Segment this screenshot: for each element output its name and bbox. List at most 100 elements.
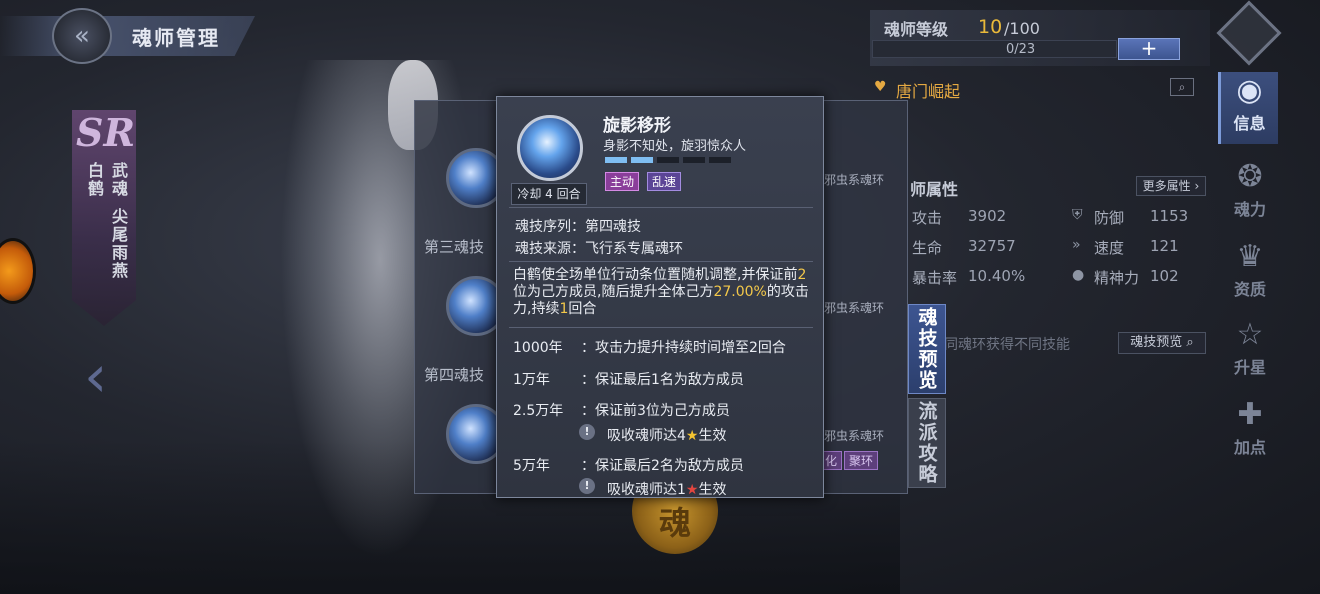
martial-soul-name: 尖尾雨燕	[109, 208, 128, 280]
speed-icon: »	[1072, 237, 1081, 253]
rank-current: 10	[978, 16, 1003, 38]
character-name: 白鹤	[85, 162, 104, 198]
add-point-icon: ✚	[1237, 397, 1263, 432]
divider	[509, 207, 813, 208]
preview-hint: 同魂环获得不同技能	[944, 337, 1070, 353]
attr-label-defense: 防御	[1094, 209, 1125, 227]
back-arrow-icon: «	[74, 21, 90, 51]
exp-text: 0/23	[1006, 42, 1036, 57]
skill-tooltip: 冷却 4 回合 旋影移形 身影不知处，旋羽惊众人 主动 乱速 魂技序列：第四魂技…	[496, 96, 824, 498]
more-attributes-label: 更多属性	[1142, 179, 1191, 193]
upgrade-year: 2.5万年	[513, 403, 564, 419]
attr-value-attack: 3902	[968, 207, 1007, 225]
info-icon: ◉	[1236, 73, 1263, 108]
search-icon[interactable]: ⌕	[1170, 78, 1194, 96]
sect-name: 唐门崛起	[896, 82, 961, 101]
condition-text: 生效	[698, 428, 727, 444]
desc-number: 2	[797, 267, 807, 283]
nav-soul-power-label: 魂力	[1233, 200, 1266, 219]
upgrade-effect: ：保证前3位为己方成员	[581, 403, 730, 419]
attr-label-crit: 暴击率	[912, 269, 958, 287]
menu-diamond-icon[interactable]	[1216, 0, 1282, 66]
skill-description: 白鹤使全场单位行动条位置随机调整,并保证前2 位为己方成员,随后提升全体己方27.…	[513, 267, 809, 318]
skill-sequence: 魂技序列：第四魂技	[515, 219, 641, 235]
skill-name: 旋影移形	[603, 116, 671, 136]
desc-part: 白鹤使全场单位行动条位置随机调整,并保证前	[513, 267, 798, 283]
condition-text: 生效	[698, 482, 727, 498]
nav-aptitude[interactable]: ♛ 资质	[1220, 238, 1280, 310]
skill-name-4: 第四魂技	[424, 366, 485, 384]
level-segment	[709, 157, 731, 163]
soul-power-icon: ❂	[1237, 159, 1263, 194]
level-segment	[631, 157, 653, 163]
upgrade-effect: ：保证最后1名为敌方成员	[581, 372, 744, 388]
nav-star-up[interactable]: ☆ 升星	[1220, 316, 1280, 388]
prev-character-arrow[interactable]: ‹	[84, 342, 107, 410]
tab-strategy[interactable]: 流派攻略	[908, 398, 946, 488]
upgrade-effect: ：保证最后2名为敌方成员	[581, 458, 744, 474]
tag-chaos-speed: 乱速	[647, 172, 682, 191]
level-up-button[interactable]: +	[1118, 38, 1180, 60]
star-up-icon: ☆	[1236, 317, 1264, 352]
nav-add-point[interactable]: ✚ 加点	[1220, 396, 1280, 468]
level-segment	[683, 157, 705, 163]
desc-part: 位为己方成员,随后提升全体己方	[513, 284, 714, 300]
skill-icon	[517, 115, 583, 181]
attr-label-spirit: 精神力	[1094, 269, 1140, 287]
attributes-title: 师属性	[910, 180, 959, 199]
skill-subtitle: 身影不知处，旋羽惊众人	[603, 139, 747, 154]
ring-type-4: 邪虫系魂环	[824, 301, 885, 315]
attr-value-crit: 10.40%	[968, 267, 1026, 285]
rarity-badge: SR	[76, 110, 136, 155]
heart-icon: ♥	[874, 79, 887, 95]
martial-soul-label: 武魂	[109, 162, 128, 198]
star-yellow-icon: ★	[685, 428, 699, 444]
divider	[509, 327, 813, 328]
warning-icon: !	[579, 424, 595, 440]
skill-preview-label: 魂技预览	[1130, 335, 1183, 350]
nav-aptitude-label: 资质	[1233, 280, 1266, 299]
upgrade-year: 1万年	[513, 372, 550, 388]
rank-label: 魂师等级	[884, 20, 949, 39]
attr-label-hp: 生命	[912, 239, 943, 257]
defense-icon: ⛨	[1072, 207, 1083, 223]
attr-value-speed: 121	[1150, 237, 1179, 255]
skill-preview-button[interactable]: 魂技预览 ⌕	[1118, 332, 1206, 354]
desc-part: 回合	[568, 301, 597, 317]
level-segment	[657, 157, 679, 163]
nav-info-label: 信息	[1233, 114, 1266, 133]
attr-value-defense: 1153	[1150, 207, 1189, 225]
ring-type-5: 邪虫系魂环	[824, 429, 885, 443]
tag-active: 主动	[605, 172, 640, 191]
upgrade-condition: 吸收魂师达4★生效	[607, 425, 726, 445]
cooldown-badge: 冷却 4 回合	[511, 183, 587, 205]
condition-text: 吸收魂师达4	[607, 428, 686, 444]
condition-text: 吸收魂师达1	[607, 482, 686, 498]
nav-soul-power[interactable]: ❂ 魂力	[1220, 158, 1280, 230]
more-attributes-button[interactable]: 更多属性 ›	[1136, 176, 1206, 196]
exp-bar	[872, 40, 1117, 58]
level-segment	[605, 157, 627, 163]
rank-max: /100	[1004, 19, 1040, 38]
upgrade-effect: ：攻击力提升持续时间增至2回合	[581, 340, 786, 356]
nav-info[interactable]: ◉ 信息	[1218, 72, 1278, 144]
divider	[509, 261, 813, 262]
attr-value-hp: 32757	[968, 237, 1016, 255]
upgrade-year: 5万年	[513, 458, 550, 474]
page-title: 魂师管理	[132, 26, 220, 50]
attr-value-spirit: 102	[1150, 267, 1179, 285]
skill-source: 魂技来源：飞行系专属魂环	[515, 241, 683, 257]
skill-name-3: 第三魂技	[424, 238, 485, 256]
upgrade-condition: 吸收魂师达1★生效	[607, 479, 727, 498]
back-button[interactable]: «	[52, 8, 112, 64]
tab-skill-preview[interactable]: 魂技预览	[908, 304, 946, 394]
aptitude-icon: ♛	[1236, 239, 1264, 274]
ring-type-3: 邪虫系魂环	[824, 173, 885, 187]
pet-avatar[interactable]	[0, 238, 36, 304]
upgrade-year: 1000年	[513, 340, 563, 356]
desc-number: 27.00%	[713, 284, 767, 300]
spirit-icon: ●	[1072, 267, 1085, 283]
tag-5b: 聚环	[844, 451, 879, 470]
nav-star-up-label: 升星	[1233, 358, 1266, 377]
star-red-icon: ★	[685, 482, 699, 498]
